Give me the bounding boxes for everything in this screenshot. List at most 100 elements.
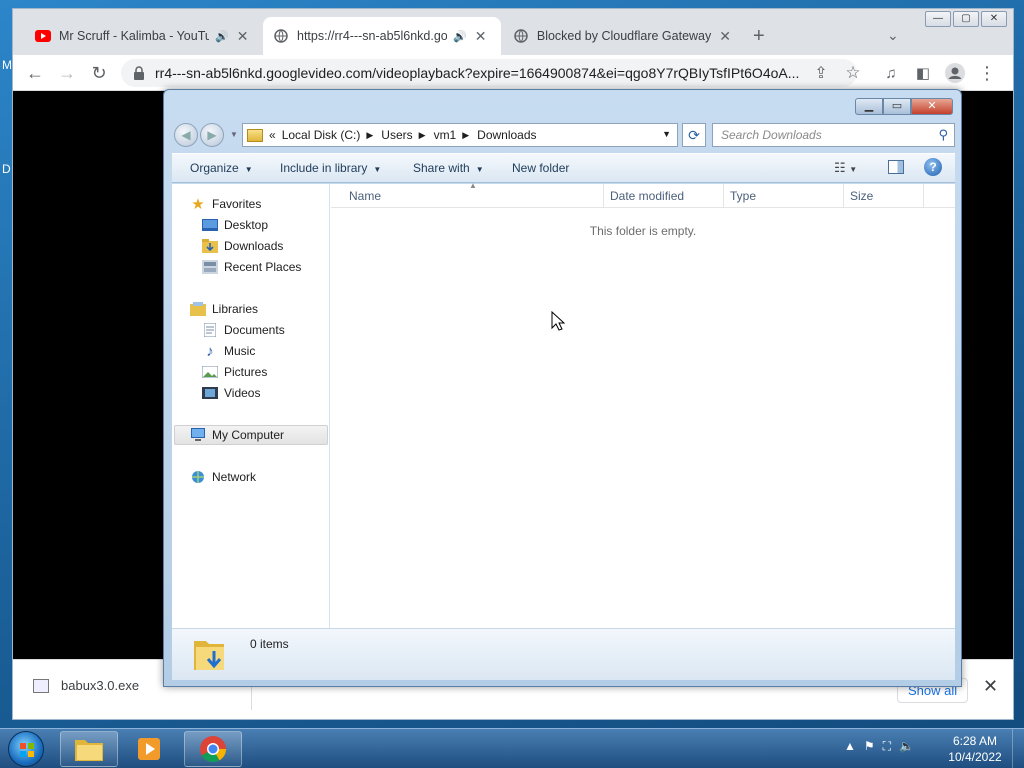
nav-libraries[interactable]: Libraries [190, 299, 258, 319]
share-icon[interactable]: ⇪ [809, 61, 833, 85]
recent-pages-dropdown-icon[interactable]: ▼ [230, 130, 238, 139]
column-name[interactable]: Name [349, 189, 381, 203]
reload-icon[interactable]: ↻ [87, 61, 111, 85]
nav-favorites[interactable]: ★ Favorites [190, 194, 261, 214]
nav-network[interactable]: Network [190, 467, 256, 487]
chevron-down-icon: ▼ [244, 165, 253, 174]
help-icon[interactable]: ? [924, 158, 942, 176]
network-icon [190, 470, 206, 484]
action-center-icon[interactable]: ⚑ [864, 739, 875, 754]
forward-arrow-icon[interactable]: → [55, 61, 79, 85]
tab-youtube[interactable]: Mr Scruff - Kalimba - YouTub 🔊 ✕ [25, 17, 263, 55]
refresh-icon[interactable]: ⟳ [682, 123, 706, 147]
tab-title: Mr Scruff - Kalimba - YouTub [59, 29, 209, 43]
new-folder-button[interactable]: New folder [512, 161, 569, 175]
clock[interactable]: 6:28 AM 10/4/2022 [940, 733, 1010, 765]
column-type[interactable]: Type [730, 189, 756, 203]
taskbar-explorer[interactable] [60, 731, 118, 767]
close-downloads-bar-button[interactable]: ✕ [983, 676, 998, 697]
close-tab-icon[interactable]: ✕ [475, 28, 487, 45]
back-arrow-icon[interactable]: ◀ [174, 123, 198, 147]
navigation-pane: ★ Favorites Desktop Downloads Recent Pla… [172, 184, 330, 628]
forward-arrow-icon[interactable]: ▶ [200, 123, 224, 147]
maximize-button[interactable]: ▢ [953, 11, 979, 27]
divider [843, 184, 844, 208]
nav-label: Desktop [224, 218, 269, 232]
explorer-body: ★ Favorites Desktop Downloads Recent Pla… [172, 181, 955, 628]
column-header: ▲ Name Date modified Type Size [331, 181, 955, 208]
speaker-icon[interactable]: 🔊 [453, 30, 467, 43]
taskbar-media-player[interactable] [120, 731, 178, 767]
breadcrumb-local-disk[interactable]: Local Disk (C:) [282, 128, 361, 142]
explorer-address-bar[interactable]: « Local Disk (C:) ▶ Users ▶ vm1 ▶ Downlo… [242, 123, 678, 147]
globe-icon [273, 28, 289, 44]
breadcrumb-users[interactable]: Users [381, 128, 412, 142]
nav-downloads[interactable]: Downloads [202, 236, 283, 256]
change-view-icon[interactable]: ☷ ▼ [834, 160, 857, 176]
network-status-icon[interactable]: ⛶ [883, 739, 891, 754]
nav-pictures[interactable]: Pictures [202, 362, 267, 382]
clock-time: 6:28 AM [952, 734, 998, 748]
taskbar-chrome[interactable] [184, 731, 242, 767]
minimize-button[interactable]: — [925, 11, 951, 27]
volume-icon[interactable]: 🔈 [899, 739, 914, 754]
back-arrow-icon[interactable]: ← [23, 61, 47, 85]
new-tab-button[interactable]: + [753, 25, 765, 48]
download-file-name: babux3.0.exe [61, 678, 140, 693]
include-in-library-menu[interactable]: Include in library ▼ [280, 161, 381, 175]
exe-file-icon [33, 678, 49, 693]
folder-icon [75, 740, 103, 761]
speaker-icon[interactable]: 🔊 [215, 30, 229, 43]
globe-icon [513, 28, 529, 44]
preview-pane-icon[interactable] [888, 160, 904, 174]
menu-kebab-icon[interactable]: ⋮ [975, 61, 999, 85]
minimize-button[interactable]: ▁ [855, 98, 883, 115]
explorer-window: ▁ ▭ ✕ ◀ ▶ ▼ « Local Disk (C:) ▶ Users ▶ … [163, 89, 962, 687]
profile-avatar-icon[interactable] [943, 61, 967, 85]
breadcrumb-downloads[interactable]: Downloads [477, 128, 536, 142]
nav-videos[interactable]: Videos [202, 383, 260, 403]
nav-documents[interactable]: Documents [202, 320, 285, 340]
chevron-right-icon[interactable]: ▶ [366, 130, 373, 141]
download-item[interactable]: babux3.0.exe [33, 678, 139, 693]
search-icon[interactable]: ⚲ [938, 127, 948, 143]
column-date-modified[interactable]: Date modified [610, 189, 684, 203]
breadcrumb-overflow[interactable]: « [269, 128, 276, 142]
nav-label: Music [224, 344, 256, 358]
search-placeholder: Search Downloads [721, 128, 822, 142]
maximize-button[interactable]: ▭ [883, 98, 911, 115]
close-window-button[interactable]: ✕ [981, 11, 1007, 27]
close-button[interactable]: ✕ [911, 98, 953, 115]
taskbar: ▲ ⚑ ⛶ 🔈 6:28 AM 10/4/2022 [0, 728, 1024, 768]
close-tab-icon[interactable]: ✕ [237, 28, 249, 45]
tab-cloudflare[interactable]: Blocked by Cloudflare Gateway ✕ [503, 17, 741, 55]
nav-music[interactable]: ♪ Music [202, 341, 255, 361]
show-hidden-icons-icon[interactable]: ▲ [844, 739, 856, 754]
nav-my-computer[interactable]: My Computer [190, 425, 284, 445]
chrome-icon [200, 736, 227, 763]
nav-recent-places[interactable]: Recent Places [202, 257, 301, 277]
show-desktop-button[interactable] [1012, 729, 1024, 768]
tab-videoplayback[interactable]: https://rr4---sn-ab5l6nkd.go 🔊 ✕ [263, 17, 501, 55]
media-player-icon [138, 738, 160, 760]
chevron-right-icon[interactable]: ▶ [419, 130, 426, 141]
side-panel-icon[interactable]: ◧ [911, 61, 935, 85]
breadcrumb-vm1[interactable]: vm1 [434, 128, 457, 142]
address-bar[interactable]: rr4---sn-ab5l6nkd.googlevideo.com/videop… [121, 59, 857, 87]
videos-icon [202, 386, 218, 400]
column-size[interactable]: Size [850, 189, 873, 203]
chevron-down-icon[interactable]: ▼ [662, 129, 671, 139]
media-control-icon[interactable]: ♫ [879, 61, 903, 85]
bookmark-star-icon[interactable]: ☆ [841, 61, 865, 85]
close-tab-icon[interactable]: ✕ [719, 28, 731, 45]
organize-menu[interactable]: Organize ▼ [190, 161, 253, 175]
recent-places-icon [202, 260, 218, 274]
include-in-library-label: Include in library [280, 161, 368, 175]
search-input[interactable]: Search Downloads ⚲ [712, 123, 955, 147]
pictures-icon [202, 365, 218, 379]
tab-search-icon[interactable]: ⌄ [887, 27, 899, 44]
nav-desktop[interactable]: Desktop [202, 215, 268, 235]
chevron-right-icon[interactable]: ▶ [462, 130, 469, 141]
share-with-menu[interactable]: Share with ▼ [413, 161, 484, 175]
start-button[interactable] [8, 731, 44, 767]
